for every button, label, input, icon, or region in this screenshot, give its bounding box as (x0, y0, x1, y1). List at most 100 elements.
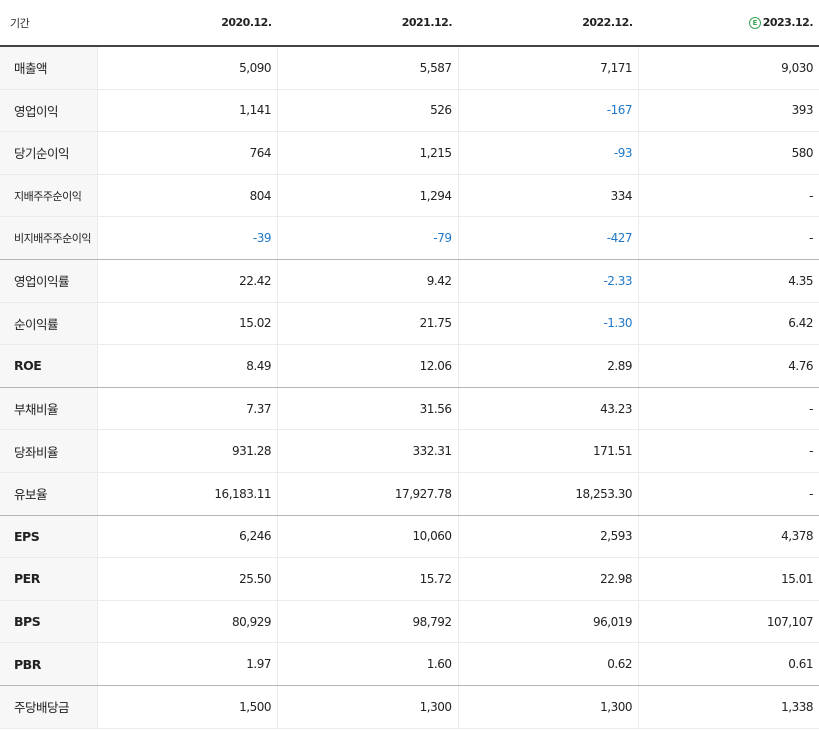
table-cell: - (638, 174, 819, 218)
table-cell: 5,090 (96, 46, 278, 90)
table-cell: 107,107 (638, 600, 819, 644)
table-row: 매출액 5,090 5,587 7,171 9,030 (0, 46, 819, 90)
table-cell: 1,300 (277, 685, 458, 729)
table-row: 주당배당금 1,500 1,300 1,300 1,338 (0, 685, 819, 729)
table-cell: 4,378 (638, 515, 819, 559)
table-cell: 17,927.78 (277, 472, 458, 516)
table-cell: 43.23 (457, 387, 639, 431)
table-row: EPS 6,246 10,060 2,593 4,378 (0, 515, 819, 559)
row-label: 영업이익 (0, 89, 97, 133)
table-cell: 4.35 (638, 259, 819, 303)
table-cell: 7,171 (457, 46, 639, 90)
table-row: 유보율 16,183.11 17,927.78 18,253.30 - (0, 472, 819, 516)
table-row: 당좌비율 931.28 332.31 171.51 - (0, 429, 819, 473)
table-cell: 21.75 (277, 302, 458, 346)
table-cell: - (638, 429, 819, 473)
table-cell: 15.01 (638, 557, 819, 601)
header-row: 기간 2020.12. 2021.12. 2022.12. E 2023.12. (0, 0, 819, 47)
financial-summary-table: 기간 2020.12. 2021.12. 2022.12. E 2023.12. … (0, 0, 819, 729)
table-cell: 1,300 (457, 685, 639, 729)
row-label: 매출액 (0, 46, 97, 90)
table-cell: 6.42 (638, 302, 819, 346)
table-cell: 96,019 (457, 600, 639, 644)
table-row: 지배주주순이익 804 1,294 334 - (0, 174, 819, 218)
table-cell: - (638, 216, 819, 260)
period-header-2023[interactable]: E 2023.12. (638, 0, 819, 47)
row-label: PBR (0, 642, 97, 686)
period-label-header: 기간 (0, 0, 97, 47)
table-cell: -79 (277, 216, 458, 260)
table-cell: 31.56 (277, 387, 458, 431)
period-header-2021[interactable]: 2021.12. (277, 0, 458, 47)
row-label: BPS (0, 600, 97, 644)
table-row: PBR 1.97 1.60 0.62 0.61 (0, 642, 819, 686)
table-cell: 1,141 (96, 89, 278, 133)
table-cell: 8.49 (96, 344, 278, 388)
table-cell: 2,593 (457, 515, 639, 559)
table-cell: -2.33 (457, 259, 639, 303)
row-label: 당좌비율 (0, 429, 97, 473)
table-cell: 98,792 (277, 600, 458, 644)
table-row: 영업이익 1,141 526 -167 393 (0, 89, 819, 133)
table-cell: 580 (638, 131, 819, 175)
table-cell: 9,030 (638, 46, 819, 90)
table-row: 당기순이익 764 1,215 -93 580 (0, 131, 819, 175)
table-cell: 2.89 (457, 344, 639, 388)
row-label: PER (0, 557, 97, 601)
row-label: 주당배당금 (0, 685, 97, 729)
table-cell: 332.31 (277, 429, 458, 473)
row-label: 당기순이익 (0, 131, 97, 175)
table-cell: -39 (96, 216, 278, 260)
table-cell: 1,500 (96, 685, 278, 729)
row-label: 순이익률 (0, 302, 97, 346)
table-body: 매출액 5,090 5,587 7,171 9,030 영업이익 1,141 5… (0, 46, 819, 729)
table-row: 순이익률 15.02 21.75 -1.30 6.42 (0, 302, 819, 346)
period-header-2022[interactable]: 2022.12. (458, 0, 639, 47)
table-cell: 1,215 (277, 131, 458, 175)
table-cell: 1.60 (277, 642, 458, 686)
table-row: 영업이익률 22.42 9.42 -2.33 4.35 (0, 259, 819, 303)
table-cell: 16,183.11 (96, 472, 278, 516)
table-cell: 0.62 (457, 642, 639, 686)
row-label: 부채비율 (0, 387, 97, 431)
period-header-2020[interactable]: 2020.12. (97, 0, 278, 47)
table-cell: -93 (457, 131, 639, 175)
table-cell: 22.42 (96, 259, 278, 303)
table-cell: -1.30 (457, 302, 639, 346)
table-cell: - (638, 472, 819, 516)
table-cell: 15.72 (277, 557, 458, 601)
table-cell: -167 (457, 89, 639, 133)
table-row: BPS 80,929 98,792 96,019 107,107 (0, 600, 819, 644)
table-cell: 0.61 (638, 642, 819, 686)
table-cell: 5,587 (277, 46, 458, 90)
table-cell: 804 (96, 174, 278, 218)
table-cell: 4.76 (638, 344, 819, 388)
table-cell: 171.51 (457, 429, 639, 473)
table-header: 기간 2020.12. 2021.12. 2022.12. E 2023.12. (0, 0, 819, 47)
table-cell: 15.02 (96, 302, 278, 346)
row-label: EPS (0, 515, 97, 559)
table-cell: 22.98 (457, 557, 639, 601)
table-cell: 25.50 (96, 557, 278, 601)
table-cell: 1,294 (277, 174, 458, 218)
table-cell: 1.97 (96, 642, 278, 686)
row-label: 유보율 (0, 472, 97, 516)
table-cell: 9.42 (277, 259, 458, 303)
table-cell: -427 (457, 216, 639, 260)
row-label: ROE (0, 344, 97, 388)
table-row: ROE 8.49 12.06 2.89 4.76 (0, 344, 819, 388)
table-cell: 80,929 (96, 600, 278, 644)
table-cell: 7.37 (96, 387, 278, 431)
table-cell: 18,253.30 (457, 472, 639, 516)
table-row: PER 25.50 15.72 22.98 15.01 (0, 557, 819, 601)
table-row: 비지배주주순이익 -39 -79 -427 - (0, 216, 819, 260)
table-cell: 6,246 (96, 515, 278, 559)
table-cell: 12.06 (277, 344, 458, 388)
table-cell: 393 (638, 89, 819, 133)
row-label: 지배주주순이익 (0, 174, 97, 218)
table-row: 부채비율 7.37 31.56 43.23 - (0, 387, 819, 431)
table-cell: 10,060 (277, 515, 458, 559)
table-cell: 1,338 (638, 685, 819, 729)
estimate-icon: E (748, 17, 761, 29)
table-cell: - (638, 387, 819, 431)
